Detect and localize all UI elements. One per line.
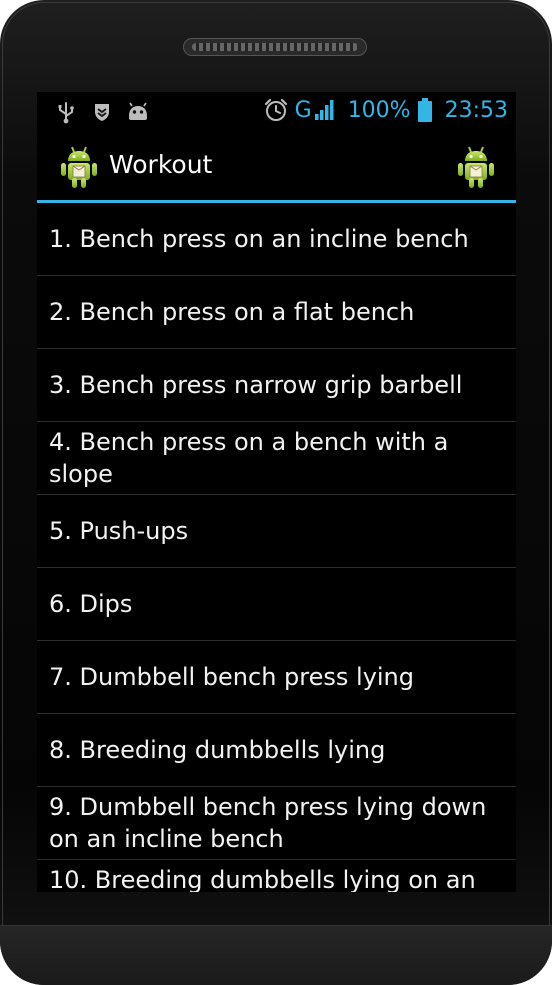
android-robot-icon[interactable] bbox=[456, 145, 496, 189]
list-item[interactable]: 1. Bench press on an incline bench bbox=[37, 203, 516, 276]
list-item-label: 10. Breeding dumbbells lying on an incli… bbox=[49, 866, 476, 892]
system-status: G 100% 23:53 bbox=[263, 97, 508, 123]
shield-icon bbox=[95, 104, 109, 121]
list-item-label: 4. Bench press on a bench with a slope bbox=[49, 428, 449, 488]
screen: G 100% 23:53 Workout 1. Bench press on a… bbox=[37, 92, 516, 892]
list-item-label: 3. Bench press narrow grip barbell bbox=[49, 371, 463, 399]
list-item[interactable]: 6. Dips bbox=[37, 568, 516, 641]
list-item[interactable]: 4. Bench press on a bench with a slope bbox=[37, 422, 516, 495]
status-bar: G 100% 23:53 bbox=[37, 92, 516, 132]
clock-time: 23:53 bbox=[444, 97, 508, 123]
list-item-label: 2. Bench press on a flat bench bbox=[49, 298, 415, 326]
signal-bars-icon bbox=[314, 100, 334, 120]
list-item-label: 1. Bench press on an incline bench bbox=[49, 225, 469, 253]
list-item[interactable]: 10. Breeding dumbbells lying on an incli… bbox=[37, 860, 516, 892]
phone-frame: G 100% 23:53 Workout 1. Bench press on a… bbox=[0, 0, 552, 985]
list-item-label: 5. Push-ups bbox=[49, 517, 189, 545]
list-item[interactable]: 8. Breeding dumbbells lying bbox=[37, 714, 516, 787]
network-type: G bbox=[294, 97, 312, 123]
list-item[interactable]: 2. Bench press on a flat bench bbox=[37, 276, 516, 349]
list-item-label: 9. Dumbbell bench press lying down on an… bbox=[49, 793, 487, 853]
notification-icons bbox=[53, 100, 151, 124]
android-debug-icon bbox=[129, 102, 147, 120]
action-bar: Workout bbox=[37, 132, 516, 202]
list-item-label: 7. Dumbbell bench press lying bbox=[49, 663, 415, 691]
battery-percent: 100% bbox=[347, 97, 411, 123]
list-item[interactable]: 3. Bench press narrow grip barbell bbox=[37, 349, 516, 422]
battery-icon bbox=[417, 98, 432, 122]
usb-icon bbox=[58, 102, 74, 124]
exercise-list: 1. Bench press on an incline bench 2. Be… bbox=[37, 203, 516, 892]
list-item-label: 6. Dips bbox=[49, 590, 133, 618]
bottom-bezel bbox=[0, 925, 552, 985]
android-robot-icon[interactable] bbox=[59, 145, 99, 189]
list-item[interactable]: 9. Dumbbell bench press lying down on an… bbox=[37, 787, 516, 860]
list-item-label: 8. Breeding dumbbells lying bbox=[49, 736, 386, 764]
list-item[interactable]: 5. Push-ups bbox=[37, 495, 516, 568]
earpiece-speaker bbox=[183, 38, 367, 56]
page-title: Workout bbox=[109, 150, 213, 179]
list-item[interactable]: 7. Dumbbell bench press lying bbox=[37, 641, 516, 714]
alarm-clock-icon bbox=[264, 98, 287, 121]
